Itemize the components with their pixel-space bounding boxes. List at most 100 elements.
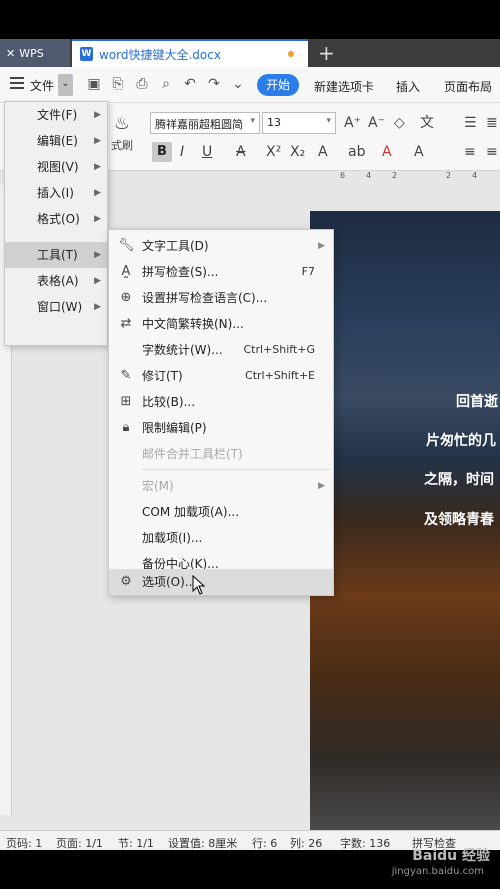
menu-item-label: 中文简繁转换(N)... (142, 317, 244, 331)
ruler-mark: 4 (472, 171, 478, 180)
menu-item-label: 格式(O) (37, 212, 80, 226)
redo-icon[interactable]: ↷ (206, 76, 222, 92)
menu-bar: 文件 ⌄ ▣ ⎘ ⎙ ⌕ ↶ ↷ ⌄ 开始 新建选项卡 插入 页面布局 (0, 67, 500, 103)
menu-item-label: 插入(I) (37, 186, 74, 200)
save-icon[interactable]: ▣ (86, 76, 102, 92)
menu-item-addins[interactable]: 加载项(I)... (109, 525, 333, 551)
menu-item-com-addins[interactable]: COM 加载项(A)... (109, 499, 333, 525)
align-center-icon[interactable]: ≡ (486, 144, 498, 160)
status-page-code: 页码: 1 (6, 837, 43, 850)
clear-format-icon[interactable]: ◇ (394, 115, 405, 131)
print-preview-icon[interactable]: ⌕ (158, 76, 174, 92)
tab-new-tab[interactable]: 新建选项卡 (314, 78, 374, 95)
document-text-line: 回首逝 (456, 394, 498, 410)
menu-item-view[interactable]: 视图(V) ▶ (5, 154, 107, 180)
tab-wps[interactable]: ✕ WPS (0, 39, 70, 67)
document-page[interactable]: 回首逝 片匆忙的几 之隔，时间 及领略青春 (310, 211, 500, 831)
menu-item-spell-language[interactable]: ⊕ 设置拼写检查语言(C)... (109, 285, 333, 311)
format-painter-button[interactable]: ♨ 式刷 (108, 113, 136, 163)
hamburger-icon[interactable] (10, 77, 24, 89)
globe-icon: ⊕ (120, 290, 132, 305)
menu-item-word-count[interactable]: 字数统计(W)... Ctrl+Shift+G (109, 337, 333, 363)
menu-item-compare[interactable]: ⊞ 比较(B)... (109, 389, 333, 415)
numbered-list-icon[interactable]: ≣ (486, 115, 498, 131)
menu-item-tools[interactable]: 工具(T) ▶ (5, 242, 107, 268)
menu-item-label: 加载项(I)... (142, 531, 203, 545)
char-shading-icon[interactable]: A (414, 144, 424, 160)
menu-item-label: 字数统计(W)... (142, 343, 223, 357)
ruler-mark: 4 (366, 171, 372, 180)
wps-logo-icon: ✕ (6, 46, 16, 60)
tab-page-layout[interactable]: 页面布局 (444, 78, 492, 95)
menu-item-mail-merge-toolbar: 邮件合并工具栏(T) (109, 441, 333, 467)
font-color-icon[interactable]: A (382, 144, 392, 160)
chevron-right-icon: ▶ (94, 188, 101, 198)
quick-access-toolbar: ▣ ⎘ ⎙ ⌕ ↶ ↷ ⌄ (86, 76, 246, 92)
bold-button[interactable]: B (152, 142, 172, 162)
font-size-select[interactable]: 13 ▾ (262, 112, 336, 134)
bullet-list-icon[interactable]: ☰ (464, 115, 477, 131)
italic-icon[interactable]: I (180, 144, 184, 160)
chevron-right-icon: ▶ (318, 481, 325, 491)
menu-item-restrict-edit[interactable]: 🔒︎ 限制编辑(P) (109, 415, 333, 441)
menu-item-label: 表格(A) (37, 274, 79, 288)
menu-item-track-changes[interactable]: ✎ 修订(T) Ctrl+Shift+E (109, 363, 333, 389)
superscript-icon[interactable]: X² (266, 144, 281, 160)
chevron-right-icon: ▶ (94, 162, 101, 172)
menu-item-options[interactable]: ⚙︎ 选项(O)... (109, 569, 333, 595)
shrink-font-icon[interactable]: A⁻ (368, 115, 385, 131)
menu-item-table[interactable]: 表格(A) ▶ (5, 268, 107, 294)
status-setting: 设置值: 8厘米 (168, 837, 238, 850)
menu-item-window[interactable]: 窗口(W) ▶ (5, 294, 107, 320)
menu-item-spell-check[interactable]: A̰ 拼写检查(S)... F7 (109, 259, 333, 285)
convert-icon: ⇄ (120, 316, 132, 331)
menu-item-label: 选项(O)... (142, 575, 197, 589)
shortcut-label: Ctrl+Shift+E (245, 369, 315, 382)
export-icon[interactable]: ⎘ (110, 76, 126, 92)
tab-wps-label: WPS (19, 46, 44, 60)
phonetic-icon[interactable]: 文 (420, 115, 434, 131)
menu-item-file[interactable]: 文件(F) ▶ (5, 102, 107, 128)
tab-document[interactable]: W word快捷键大全.docx (72, 39, 308, 67)
chevron-down-icon: ▾ (250, 116, 255, 126)
font-name-select[interactable]: 腾祥嘉丽超粗圆简 ▾ (150, 112, 260, 134)
file-dropdown-button[interactable]: ⌄ (58, 74, 73, 96)
undo-icon[interactable]: ↶ (182, 76, 198, 92)
format-painter-label: 式刷 (111, 139, 133, 152)
status-col: 列: 26 (290, 837, 323, 850)
align-left-icon[interactable]: ≡ (464, 144, 476, 160)
strikethrough-icon[interactable]: A (236, 144, 246, 160)
menu-item-insert[interactable]: 插入(I) ▶ (5, 180, 107, 206)
print-icon[interactable]: ⎙ (134, 76, 150, 92)
menu-item-format[interactable]: 格式(O) ▶ (5, 206, 107, 232)
document-icon: W (80, 47, 93, 61)
tab-document-label: word快捷键大全.docx (99, 47, 221, 62)
format-painter-icon: ♨ (113, 113, 131, 134)
menu-item-label: 宏(M) (142, 479, 174, 493)
menu-item-macro: 宏(M) ▶ (109, 473, 333, 499)
status-word-count[interactable]: 字数: 136 (340, 835, 390, 850)
menu-item-edit[interactable]: 编辑(E) ▶ (5, 128, 107, 154)
file-menu-button[interactable]: 文件 (30, 77, 54, 94)
highlight-icon[interactable]: ab (348, 144, 365, 160)
unsaved-dot-icon (288, 51, 294, 57)
menu-item-label: 视图(V) (37, 160, 79, 174)
gear-icon: ⚙︎ (120, 574, 132, 589)
status-row: 行: 6 (252, 837, 278, 850)
document-text-line: 之隔，时间 (424, 472, 494, 488)
grow-font-icon[interactable]: A⁺ (344, 115, 361, 131)
menu-item-text-tools[interactable]: 🔧︎ 文字工具(D) ▶ (109, 233, 333, 259)
lock-document-icon: 🔒︎ (122, 420, 130, 435)
menu-item-chinese-conversion[interactable]: ⇄ 中文简繁转换(N)... (109, 311, 333, 337)
tab-insert[interactable]: 插入 (396, 78, 420, 95)
underline-icon[interactable]: U (202, 144, 212, 160)
menu-item-label: 设置拼写检查语言(C)... (142, 291, 268, 305)
tab-start[interactable]: 开始 (257, 74, 300, 96)
menu-item-label: 限制编辑(P) (142, 421, 207, 435)
new-tab-button[interactable]: + (318, 41, 335, 65)
chevron-right-icon: ▶ (94, 214, 101, 224)
text-effect-icon[interactable]: A (318, 144, 328, 160)
subscript-icon[interactable]: X₂ (290, 144, 305, 160)
customize-icon[interactable]: ⌄ (230, 76, 246, 92)
file-menu-dropdown: 文件(F) ▶ 编辑(E) ▶ 视图(V) ▶ 插入(I) ▶ 格式(O) ▶ 工具(T)… (4, 101, 108, 346)
